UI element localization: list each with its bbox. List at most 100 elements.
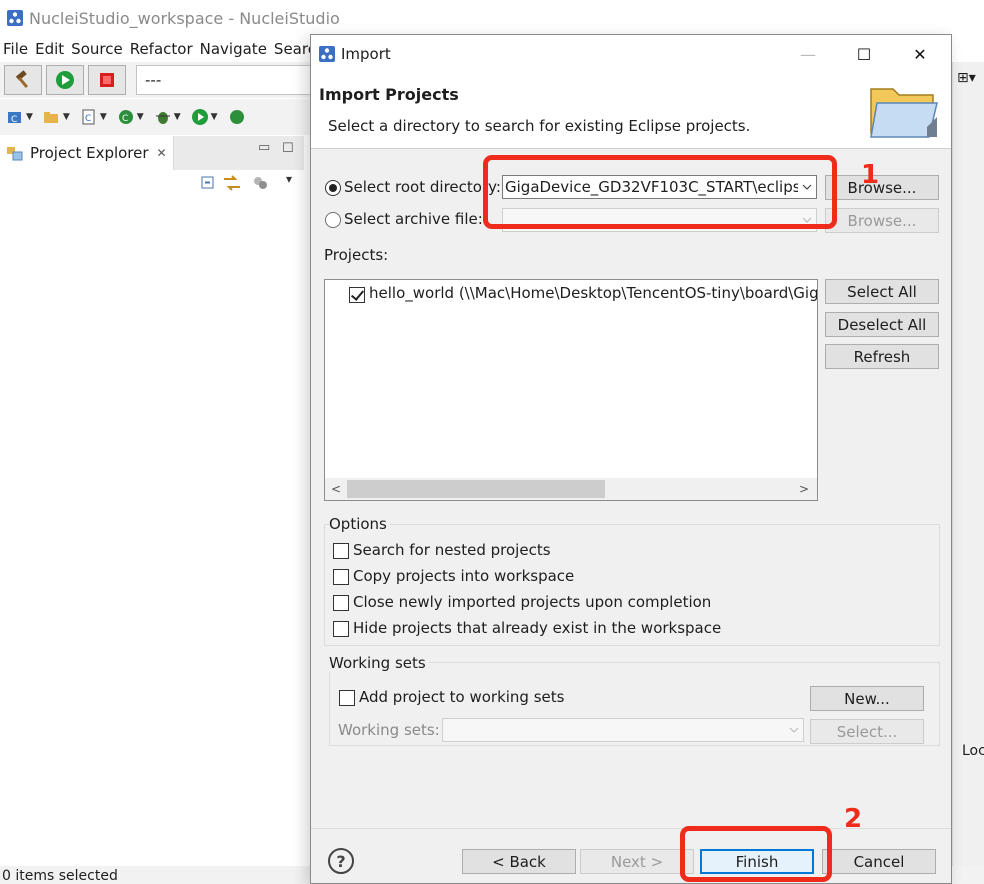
- project-explorer-icon: [7, 147, 23, 161]
- scroll-left-icon[interactable]: <: [327, 480, 345, 498]
- tab-label: Project Explorer: [30, 144, 149, 162]
- add-working-set-checkbox[interactable]: [339, 690, 355, 706]
- list-item[interactable]: hello_world (\\Mac\Home\Desktop\TencentO…: [349, 284, 818, 306]
- back-button[interactable]: < Back: [462, 849, 576, 874]
- tab-project-explorer[interactable]: Project Explorer ✕: [0, 136, 174, 170]
- ide-titlebar: NucleiStudio_workspace - NucleiStudio: [0, 0, 984, 36]
- chevron-down-icon: [785, 719, 803, 741]
- project-explorer-toolbar: ▾: [0, 170, 304, 198]
- stop-button[interactable]: [88, 65, 126, 95]
- projects-list[interactable]: hello_world (\\Mac\Home\Desktop\TencentO…: [324, 279, 818, 501]
- browse-archive-button: Browse...: [825, 208, 939, 233]
- hammer-icon: [15, 70, 29, 89]
- new-working-set-button[interactable]: New...: [810, 686, 924, 711]
- project-label: hello_world (\\Mac\Home\Desktop\TencentO…: [369, 284, 818, 302]
- folder-new-icon[interactable]: [43, 108, 61, 126]
- ide-window-title: NucleiStudio_workspace - NucleiStudio: [29, 8, 340, 28]
- horizontal-scrollbar[interactable]: < >: [325, 478, 817, 500]
- header-title: Import Projects: [319, 85, 459, 104]
- dialog-titlebar: Import — ☐ ✕: [311, 35, 951, 73]
- close-imported-label: Close newly imported projects upon compl…: [353, 593, 712, 611]
- right-panel-column-label: Loc: [962, 743, 984, 759]
- app-icon: [319, 46, 335, 62]
- projects-label: Projects:: [324, 246, 389, 264]
- perspective-icon[interactable]: ⊞▾: [957, 70, 976, 86]
- launch-config-value: ---: [145, 71, 162, 89]
- select-working-set-button: Select...: [810, 719, 924, 744]
- svg-text:C: C: [122, 114, 128, 124]
- build-button[interactable]: [4, 65, 42, 95]
- root-directory-label: Select root directory:: [344, 178, 501, 196]
- filters-icon[interactable]: [252, 175, 270, 191]
- project-checkbox[interactable]: [349, 287, 365, 303]
- deselect-all-button[interactable]: Deselect All: [825, 312, 939, 337]
- menu-source[interactable]: Source: [71, 40, 123, 58]
- dialog-title: Import: [341, 45, 391, 63]
- close-imported-checkbox[interactable]: [333, 595, 349, 611]
- options-title: Options: [329, 515, 390, 533]
- launch-button[interactable]: [46, 65, 84, 95]
- status-text: 0 items selected: [2, 868, 118, 884]
- annotation-box-root-directory: [483, 155, 837, 229]
- svg-text:C: C: [11, 115, 17, 125]
- help-icon[interactable]: ?: [328, 848, 354, 874]
- menu-refactor[interactable]: Refactor: [130, 40, 193, 58]
- archive-file-radio[interactable]: [325, 212, 341, 228]
- link-editor-icon[interactable]: [222, 174, 242, 192]
- app-icon: [7, 10, 23, 26]
- next-button: Next >: [580, 849, 694, 874]
- run-icon[interactable]: [191, 108, 209, 126]
- copy-projects-label: Copy projects into workspace: [353, 567, 575, 585]
- working-sets-combo: [442, 718, 804, 742]
- menu-edit[interactable]: Edit: [35, 40, 64, 58]
- copy-projects-checkbox[interactable]: [333, 569, 349, 585]
- search-nested-checkbox[interactable]: [333, 543, 349, 559]
- search-nested-label: Search for nested projects: [353, 541, 551, 559]
- select-all-button[interactable]: Select All: [825, 279, 939, 304]
- cancel-button[interactable]: Cancel: [822, 849, 936, 874]
- new-source-file-icon[interactable]: C: [80, 108, 98, 126]
- annotation-number-2: 2: [844, 804, 863, 834]
- close-icon[interactable]: ✕: [157, 146, 167, 160]
- scroll-right-icon[interactable]: >: [795, 480, 813, 498]
- debug-icon[interactable]: [154, 108, 172, 126]
- svg-text:C: C: [85, 114, 91, 124]
- annotation-box-finish: [680, 826, 832, 882]
- chevron-down-icon[interactable]: ▼: [211, 112, 218, 122]
- hide-existing-label: Hide projects that already exist in the …: [353, 619, 722, 637]
- chevron-down-icon[interactable]: ▼: [100, 112, 107, 122]
- hide-existing-checkbox[interactable]: [333, 621, 349, 637]
- view-menu-icon[interactable]: ▾: [286, 172, 292, 186]
- browse-directory-button[interactable]: Browse...: [825, 175, 939, 200]
- open-folder-icon: [870, 88, 938, 138]
- external-tools-icon[interactable]: [228, 108, 246, 126]
- chevron-down-icon[interactable]: ▼: [63, 112, 70, 122]
- annotation-number-1: 1: [861, 160, 880, 190]
- project-explorer-area: [0, 198, 304, 866]
- play-icon: [56, 71, 74, 89]
- project-explorer-tabrow: Project Explorer ✕ ▭ ☐: [0, 136, 304, 170]
- close-window-icon[interactable]: ✕: [893, 35, 947, 73]
- chevron-down-icon[interactable]: ▼: [26, 112, 33, 122]
- root-directory-radio[interactable]: [325, 180, 341, 196]
- new-class-icon[interactable]: C: [117, 108, 135, 126]
- working-sets-title: Working sets: [329, 654, 429, 672]
- archive-file-label: Select archive file:: [344, 210, 483, 228]
- new-project-icon[interactable]: C: [6, 108, 24, 126]
- menu-navigate[interactable]: Navigate: [200, 40, 267, 58]
- maximize-view-icon[interactable]: ☐: [282, 141, 294, 156]
- stop-icon: [100, 73, 114, 87]
- minimize-view-icon[interactable]: ▭: [258, 140, 270, 155]
- menu-file[interactable]: File: [3, 40, 28, 58]
- minimize-window-icon[interactable]: —: [781, 35, 835, 73]
- scrollbar-thumb[interactable]: [347, 480, 605, 498]
- header-subtitle: Select a directory to search for existin…: [328, 117, 751, 135]
- working-sets-label: Working sets:: [338, 721, 440, 739]
- dialog-header: Import Projects Select a directory to se…: [311, 73, 951, 149]
- maximize-window-icon[interactable]: ☐: [837, 35, 891, 73]
- refresh-button[interactable]: Refresh: [825, 344, 939, 369]
- chevron-down-icon[interactable]: ▼: [174, 112, 181, 122]
- chevron-down-icon[interactable]: ▼: [137, 112, 144, 122]
- add-working-set-label: Add project to working sets: [359, 688, 565, 706]
- collapse-all-icon[interactable]: [200, 175, 216, 191]
